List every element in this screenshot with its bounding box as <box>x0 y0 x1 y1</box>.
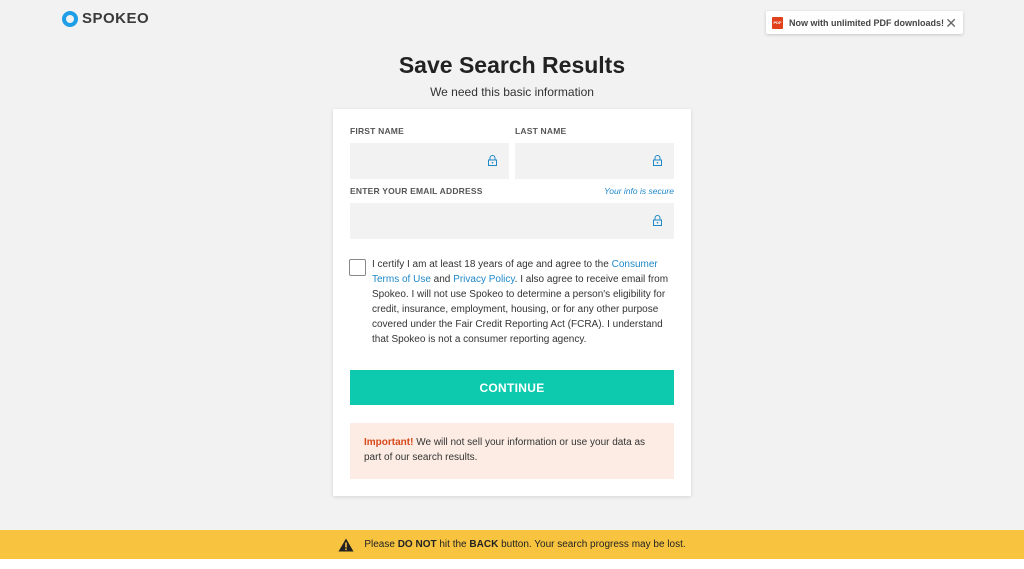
certify-text-part: and <box>430 274 454 285</box>
banner-text: Please DO NOT hit the BACK button. Your … <box>364 539 685 550</box>
first-name-field <box>350 143 509 179</box>
certify-row: I certify I am at least 18 years of age … <box>349 257 672 347</box>
lock-icon <box>653 215 662 226</box>
banner-text-part: button. Your search progress may be lost… <box>498 539 686 550</box>
lock-icon <box>653 155 662 166</box>
continue-button[interactable]: CONTINUE <box>350 370 674 405</box>
lock-icon <box>488 155 497 166</box>
banner-text-bold: DO NOT <box>397 539 437 550</box>
important-label: Important! <box>364 437 414 448</box>
banner-text-part: hit the <box>436 539 470 550</box>
banner-text-bold: BACK <box>469 539 499 550</box>
warning-icon <box>338 538 354 551</box>
secure-note: Your info is secure <box>604 186 674 196</box>
brand-name: SPOKEO <box>82 10 150 27</box>
email-field <box>350 203 674 239</box>
certify-checkbox[interactable] <box>349 259 366 276</box>
page-title: Save Search Results <box>398 52 626 78</box>
save-results-form: FIRST NAME LAST NAME ENTER YOUR EMAIL AD… <box>333 109 691 496</box>
close-icon[interactable]: ✕ <box>945 16 957 30</box>
last-name-label: LAST NAME <box>515 126 567 136</box>
certify-text-part: I certify I am at least 18 years of age … <box>372 259 612 270</box>
toast-text: Now with unlimited PDF downloads! <box>789 17 944 28</box>
email-label: ENTER YOUR EMAIL ADDRESS <box>350 186 483 196</box>
last-name-field <box>515 143 674 179</box>
email-input[interactable] <box>350 203 674 239</box>
spokeo-logo-icon <box>62 10 78 27</box>
last-name-input[interactable] <box>515 143 674 179</box>
banner-text-part: Please <box>364 539 398 550</box>
pdf-downloads-toast: PDF Now with unlimited PDF downloads! ✕ <box>766 11 963 34</box>
spokeo-logo[interactable]: SPOKEO <box>62 10 149 27</box>
important-notice: Important! We will not sell your informa… <box>350 423 674 479</box>
warning-banner: Please DO NOT hit the BACK button. Your … <box>0 530 1024 559</box>
certify-text: I certify I am at least 18 years of age … <box>372 257 672 347</box>
privacy-policy-link[interactable]: Privacy Policy <box>453 274 515 285</box>
page-subtitle: We need this basic information <box>430 85 594 99</box>
pdf-icon: PDF <box>772 16 783 29</box>
page-bottom <box>0 559 1024 569</box>
first-name-label: FIRST NAME <box>350 126 404 136</box>
first-name-input[interactable] <box>350 143 509 179</box>
